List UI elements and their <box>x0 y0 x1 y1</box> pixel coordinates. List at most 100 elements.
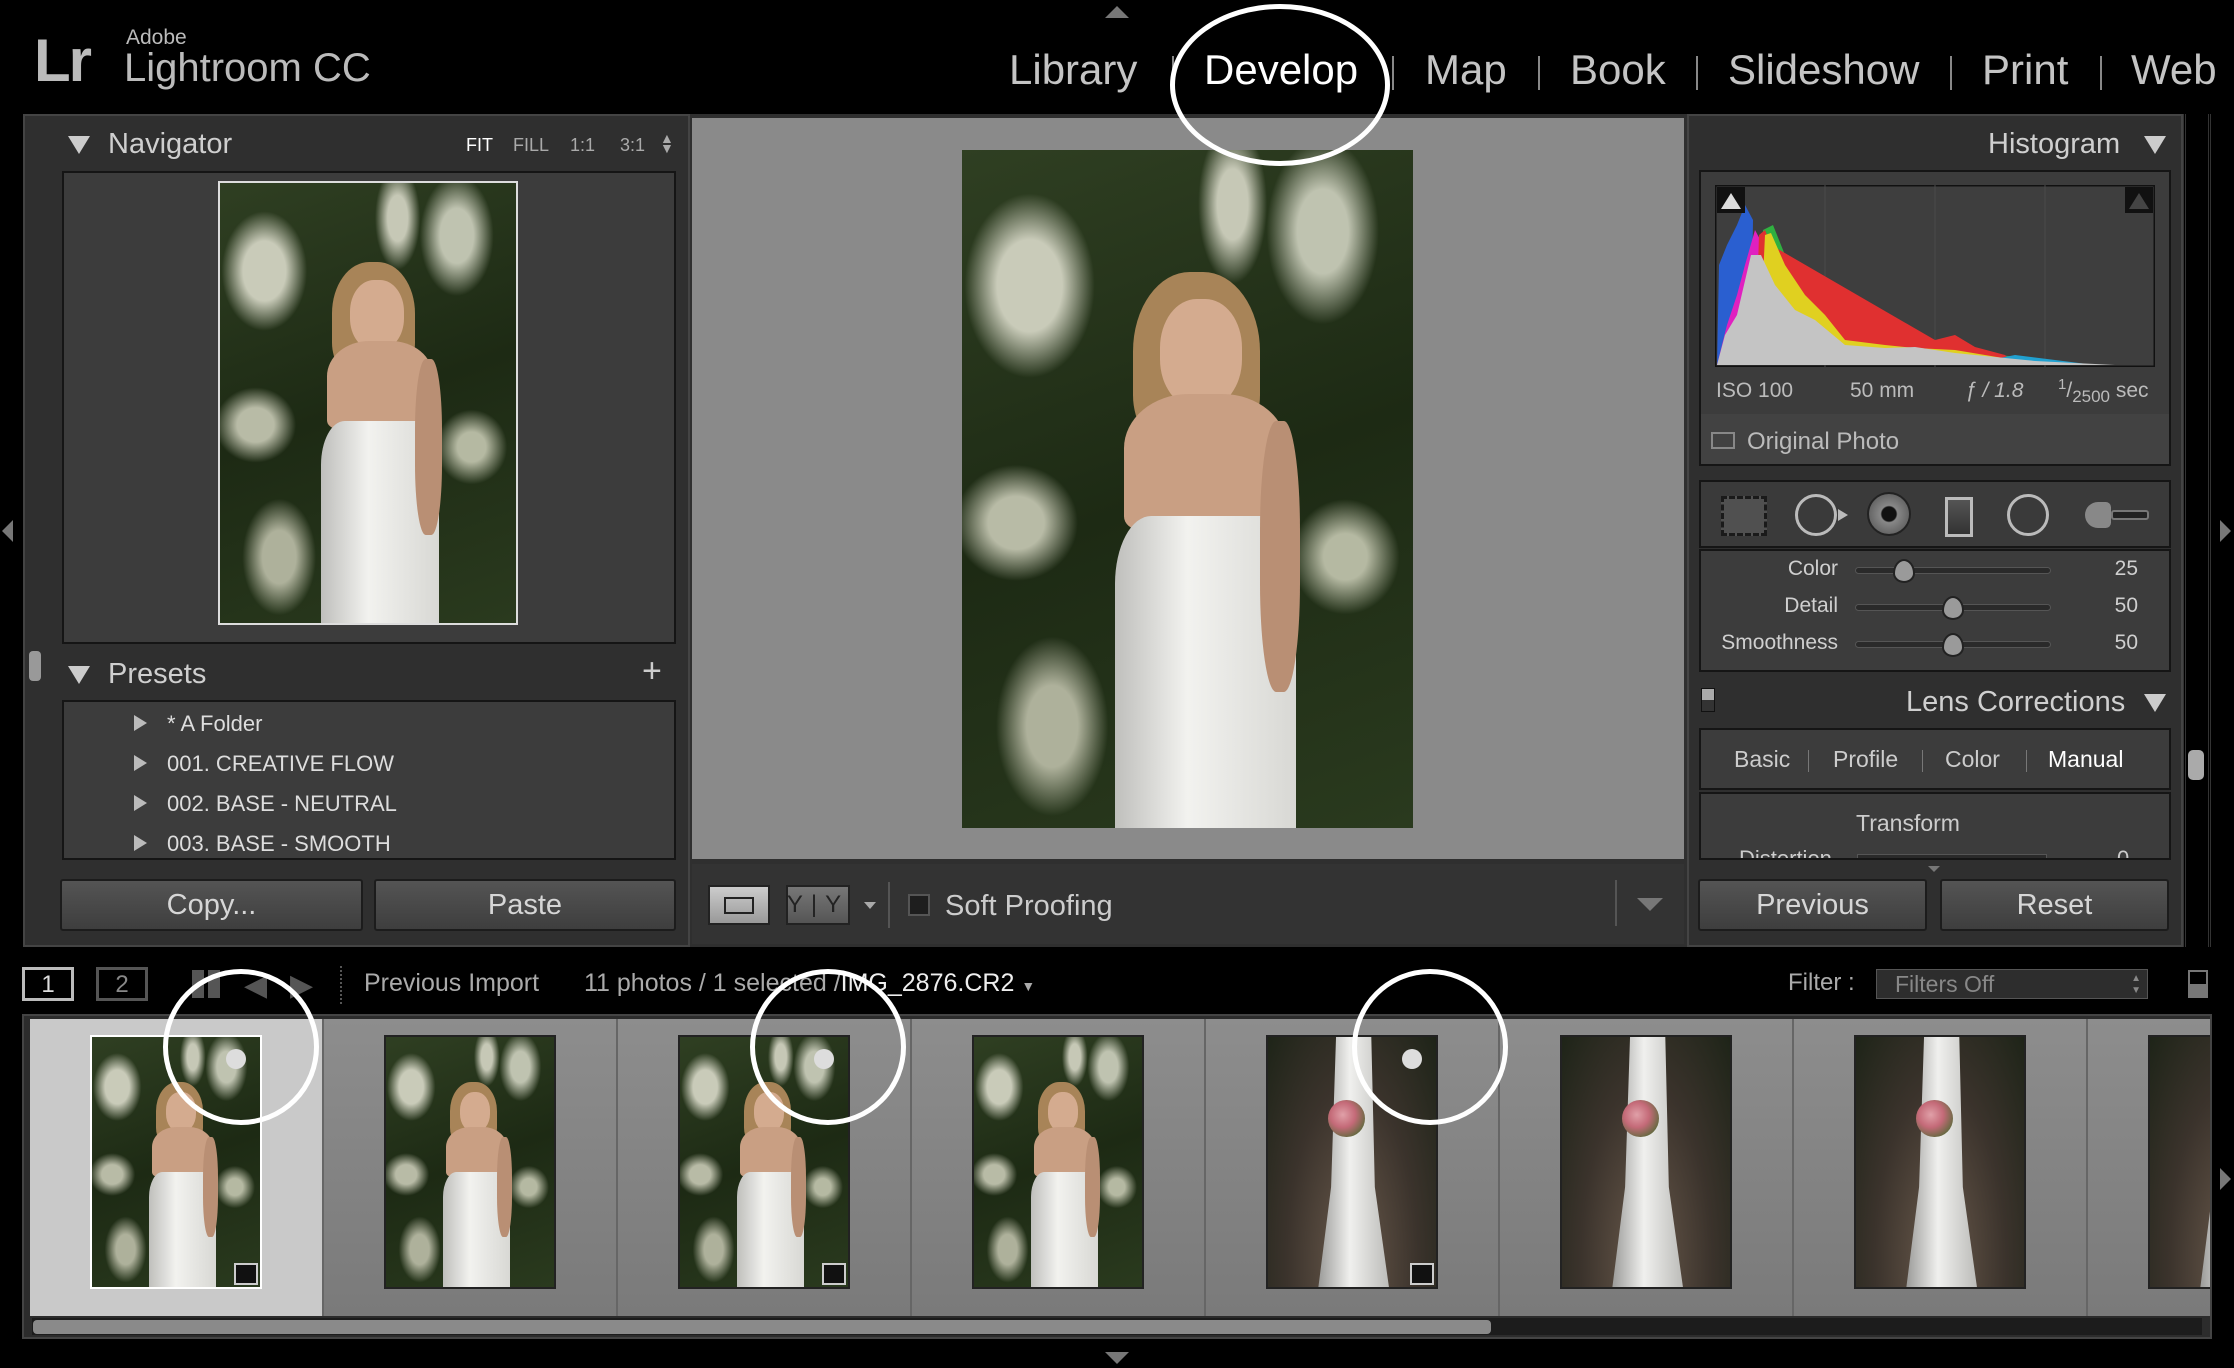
filter-lock-icon[interactable] <box>2188 970 2208 998</box>
exif-aperture: ƒ / 1.8 <box>1965 379 2024 402</box>
preset-item[interactable]: * A Folder <box>134 711 262 737</box>
paste-button[interactable]: Paste <box>374 879 676 931</box>
spot-arrow <box>1838 509 1848 521</box>
module-library[interactable]: Library <box>1009 46 1137 94</box>
lens-tab-manual[interactable]: Manual <box>2048 746 2123 773</box>
filmstrip-cell[interactable] <box>1500 1019 1794 1316</box>
forward-arrow-icon[interactable]: ▶ <box>290 968 313 1003</box>
right-panel-toggle[interactable] <box>2220 520 2231 542</box>
filmstrip-cells <box>24 1016 2210 1321</box>
filmstrip-cell[interactable] <box>324 1019 618 1316</box>
filmstrip-thumbnail[interactable] <box>678 1035 850 1289</box>
slider-value: 25 <box>2114 557 2138 580</box>
toolbar-menu-icon[interactable] <box>1637 898 1663 911</box>
original-photo-label[interactable]: Original Photo <box>1747 428 1899 456</box>
collapse-top-arrow[interactable] <box>1105 6 1129 18</box>
crop-overlay-icon[interactable] <box>1721 496 1767 536</box>
screen-2-button[interactable]: 2 <box>96 967 148 1001</box>
right-scroll-gutter <box>2183 114 2211 947</box>
filmstrip-thumbnail[interactable] <box>1266 1035 1438 1289</box>
lens-tab-basic[interactable]: Basic <box>1734 746 1790 773</box>
original-photo-checkbox[interactable] <box>1711 432 1735 449</box>
soft-proofing-label[interactable]: Soft Proofing <box>945 890 1113 923</box>
red-eye-icon[interactable] <box>1867 492 1911 536</box>
filmstrip-cell[interactable] <box>1794 1019 2088 1316</box>
filename[interactable]: IMG_2876.CR2 <box>841 969 1015 997</box>
previous-button[interactable]: Previous <box>1698 879 1927 931</box>
slider-thumb[interactable] <box>1893 559 1915 583</box>
copy-button[interactable]: Copy... <box>60 879 363 931</box>
slider-thumb[interactable] <box>1942 633 1964 657</box>
module-map[interactable]: Map <box>1425 46 1507 94</box>
left-panel-toggle[interactable] <box>2 520 13 542</box>
exif-iso: ISO 100 <box>1716 379 1794 402</box>
filmstrip-cell[interactable] <box>2088 1019 2210 1316</box>
screen-1-button[interactable]: 1 <box>22 967 74 1001</box>
filmstrip-thumbnail[interactable] <box>972 1035 1144 1289</box>
module-print[interactable]: Print <box>1982 46 2068 94</box>
back-arrow-icon[interactable]: ◀ <box>244 968 267 1003</box>
plus-icon[interactable]: + <box>642 652 662 691</box>
zoom-1-1[interactable]: 1:1 <box>570 135 595 156</box>
preset-item[interactable]: 002. BASE - NEUTRAL <box>134 791 397 817</box>
filmstrip-thumbnail[interactable] <box>2148 1035 2210 1289</box>
module-develop[interactable]: Develop <box>1204 46 1358 94</box>
compare-dropdown-icon[interactable] <box>864 902 876 909</box>
slider-track[interactable] <box>1855 567 2051 574</box>
filmstrip-cell[interactable] <box>912 1019 1206 1316</box>
filmstrip-cell[interactable] <box>618 1019 912 1316</box>
grid-view-icon[interactable] <box>192 970 220 998</box>
graduated-filter-icon[interactable] <box>1945 497 1973 537</box>
lens-toggle-switch[interactable] <box>1701 688 1715 712</box>
path-ground <box>2150 1037 2210 1287</box>
zoom-3-1[interactable]: 3:1 <box>620 135 645 156</box>
main-photo[interactable] <box>962 150 1413 828</box>
filename-dropdown-icon[interactable]: ▼ <box>1021 978 1035 994</box>
preset-item[interactable]: 001. CREATIVE FLOW <box>134 751 394 777</box>
right-scrollbar[interactable] <box>2188 750 2204 780</box>
filmstrip-right-toggle[interactable] <box>2220 1168 2231 1190</box>
filmstrip-cell[interactable] <box>1206 1019 1500 1316</box>
filmstrip-thumbnail[interactable] <box>384 1035 556 1289</box>
left-scrollbar[interactable] <box>29 651 41 681</box>
source-label[interactable]: Previous Import <box>364 969 539 998</box>
lens-tab-profile[interactable]: Profile <box>1833 746 1898 773</box>
module-web[interactable]: Web <box>2131 46 2217 94</box>
module-slideshow[interactable]: Slideshow <box>1728 46 1919 94</box>
expand-icon <box>134 715 147 731</box>
preset-label: 002. BASE - NEUTRAL <box>167 791 397 816</box>
distortion-track[interactable] <box>1857 854 2047 858</box>
lens-tab-color[interactable]: Color <box>1945 746 2000 773</box>
histogram-graph[interactable] <box>1715 185 2155 367</box>
adjustment-brush-icon[interactable] <box>2085 500 2150 530</box>
preset-item[interactable]: 003. BASE - SMOOTH <box>134 831 391 857</box>
slider-label: Detail <box>1784 594 1838 617</box>
module-book[interactable]: Book <box>1570 46 1666 94</box>
presets-collapse-icon[interactable] <box>68 666 90 689</box>
zoom-fit[interactable]: FIT <box>466 135 493 156</box>
filmstrip-thumbnail[interactable] <box>1560 1035 1732 1289</box>
histogram-collapse-icon[interactable] <box>2144 136 2166 159</box>
distortion-label: Distortion <box>1739 846 1832 860</box>
filmstrip-cell[interactable] <box>30 1019 324 1316</box>
face <box>1047 1092 1079 1132</box>
zoom-stepper-icon[interactable]: ▲ ▼ <box>660 131 674 155</box>
navigator-collapse-icon[interactable] <box>68 136 90 159</box>
lens-collapse-icon[interactable] <box>2144 694 2166 717</box>
reset-button[interactable]: Reset <box>1940 879 2169 931</box>
filter-select[interactable]: Filters Off ▲ ▼ <box>1876 969 2148 999</box>
brand-name: Lightroom CC <box>124 46 371 90</box>
filmstrip-thumbnail[interactable] <box>1854 1035 2026 1289</box>
soft-proofing-checkbox[interactable] <box>908 894 930 916</box>
collapse-bottom-arrow[interactable] <box>1105 1352 1129 1364</box>
filmstrip-scrollbar[interactable] <box>33 1320 1491 1334</box>
slider-thumb[interactable] <box>1942 596 1964 620</box>
loupe-view-icon[interactable] <box>708 885 770 925</box>
zoom-fill[interactable]: FILL <box>513 135 549 156</box>
compare-view-button[interactable]: Y|Y <box>786 885 850 925</box>
spot-removal-icon[interactable] <box>1795 494 1837 536</box>
filmstrip-thumbnail[interactable] <box>90 1035 262 1289</box>
radial-filter-icon[interactable] <box>2007 494 2049 536</box>
arm <box>415 359 442 535</box>
navigator-photo[interactable] <box>218 181 518 625</box>
